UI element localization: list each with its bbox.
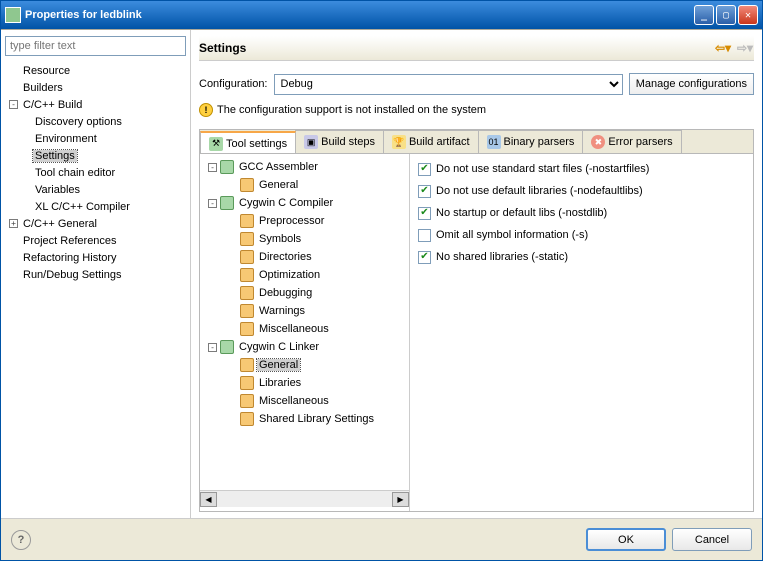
- tree-gcc-assembler[interactable]: -GCC Assembler: [200, 158, 409, 176]
- nav-item-settings[interactable]: Settings: [5, 147, 186, 164]
- options-pane: ✔Do not use standard start files (-nosta…: [410, 154, 753, 511]
- scroll-left-button[interactable]: ◀: [200, 492, 217, 507]
- warning-icon: !: [199, 103, 213, 117]
- minimize-button[interactable]: _: [694, 5, 714, 25]
- nav-item-variables[interactable]: Variables: [5, 181, 186, 198]
- navigation-panel: Resource Builders -C/C++ Build Discovery…: [1, 30, 191, 518]
- nav-item-xlcompiler[interactable]: XL C/C++ Compiler: [5, 198, 186, 215]
- category-icon: [240, 214, 254, 228]
- window-title: Properties for ledblink: [25, 9, 694, 21]
- tree-cygc-preprocessor[interactable]: Preprocessor: [200, 212, 409, 230]
- tree-hscrollbar[interactable]: ◀ ▶: [200, 490, 409, 507]
- build-steps-icon: ▣: [304, 135, 318, 149]
- checkbox-static[interactable]: ✔No shared libraries (-static): [418, 248, 745, 266]
- category-icon: [240, 412, 254, 426]
- tree-cygl-shared[interactable]: Shared Library Settings: [200, 410, 409, 428]
- nav-item-ccgeneral[interactable]: +C/C++ General: [5, 215, 186, 232]
- tab-content: -GCC Assembler General -Cygwin C Compile…: [200, 154, 753, 511]
- tool-tree[interactable]: -GCC Assembler General -Cygwin C Compile…: [200, 158, 409, 490]
- nav-item-toolchain[interactable]: Tool chain editor: [5, 164, 186, 181]
- forward-button[interactable]: ⇨▾: [736, 40, 754, 56]
- category-icon: [240, 250, 254, 264]
- tree-cygc-debugging[interactable]: Debugging: [200, 284, 409, 302]
- binary-parsers-icon: 01: [487, 135, 501, 149]
- warning-row: ! The configuration support is not insta…: [199, 103, 754, 117]
- build-artifact-icon: 🏆: [392, 135, 406, 149]
- tab-tool-settings[interactable]: ⚒Tool settings: [200, 131, 296, 154]
- filter-input[interactable]: [5, 36, 186, 56]
- tree-cygl-libraries[interactable]: Libraries: [200, 374, 409, 392]
- configuration-label: Configuration:: [199, 78, 268, 90]
- tool-icon: [220, 160, 234, 174]
- nav-item-ccbuild[interactable]: -C/C++ Build: [5, 96, 186, 113]
- category-icon: [240, 358, 254, 372]
- nav-item-builders[interactable]: Builders: [5, 79, 186, 96]
- tree-cygwin-c-compiler[interactable]: -Cygwin C Compiler: [200, 194, 409, 212]
- nav-item-resource[interactable]: Resource: [5, 62, 186, 79]
- tool-settings-icon: ⚒: [209, 137, 223, 151]
- scroll-right-button[interactable]: ▶: [392, 492, 409, 507]
- nav-tree[interactable]: Resource Builders -C/C++ Build Discovery…: [5, 62, 186, 512]
- properties-dialog: Properties for ledblink _ ▢ ✕ Resource B…: [0, 0, 763, 561]
- app-icon: [5, 7, 21, 23]
- tree-cygc-symbols[interactable]: Symbols: [200, 230, 409, 248]
- configuration-row: Configuration: Debug Manage configuratio…: [199, 73, 754, 95]
- nav-item-refactor[interactable]: Refactoring History: [5, 249, 186, 266]
- tree-cygl-miscellaneous[interactable]: Miscellaneous: [200, 392, 409, 410]
- tabbar: ⚒Tool settings ▣Build steps 🏆Build artif…: [200, 130, 753, 154]
- tree-cygc-warnings[interactable]: Warnings: [200, 302, 409, 320]
- tree-cygc-optimization[interactable]: Optimization: [200, 266, 409, 284]
- category-icon: [240, 376, 254, 390]
- category-icon: [240, 394, 254, 408]
- titlebar[interactable]: Properties for ledblink _ ▢ ✕: [1, 1, 762, 29]
- settings-panel: Settings ⇦▾ ⇨▾ Configuration: Debug Mana…: [191, 30, 762, 518]
- client-area: Resource Builders -C/C++ Build Discovery…: [1, 29, 762, 518]
- configuration-select[interactable]: Debug: [274, 74, 623, 95]
- nav-item-rundebug[interactable]: Run/Debug Settings: [5, 266, 186, 283]
- tool-tree-pane: -GCC Assembler General -Cygwin C Compile…: [200, 154, 410, 511]
- category-icon: [240, 286, 254, 300]
- close-button[interactable]: ✕: [738, 5, 758, 25]
- tree-cygc-directories[interactable]: Directories: [200, 248, 409, 266]
- category-icon: [240, 322, 254, 336]
- category-icon: [240, 304, 254, 318]
- category-icon: [240, 178, 254, 192]
- tool-icon: [220, 340, 234, 354]
- cancel-button[interactable]: Cancel: [672, 528, 752, 551]
- error-parsers-icon: ✖: [591, 135, 605, 149]
- tool-icon: [220, 196, 234, 210]
- settings-tabs: ⚒Tool settings ▣Build steps 🏆Build artif…: [199, 129, 754, 512]
- maximize-button[interactable]: ▢: [716, 5, 736, 25]
- category-icon: [240, 268, 254, 282]
- tab-binary-parsers[interactable]: 01Binary parsers: [478, 130, 584, 153]
- category-icon: [240, 232, 254, 246]
- ok-button[interactable]: OK: [586, 528, 666, 551]
- checkbox-nodefaultlibs[interactable]: ✔Do not use default libraries (-nodefaul…: [418, 182, 745, 200]
- tree-cygwin-c-linker[interactable]: -Cygwin C Linker: [200, 338, 409, 356]
- page-header: Settings ⇦▾ ⇨▾: [199, 36, 754, 61]
- tree-cygc-miscellaneous[interactable]: Miscellaneous: [200, 320, 409, 338]
- tab-build-artifact[interactable]: 🏆Build artifact: [383, 130, 479, 153]
- manage-configurations-button[interactable]: Manage configurations: [629, 73, 754, 95]
- tree-cygl-general[interactable]: General: [200, 356, 409, 374]
- tab-build-steps[interactable]: ▣Build steps: [295, 130, 384, 153]
- warning-text: The configuration support is not install…: [217, 104, 486, 116]
- back-button[interactable]: ⇦▾: [714, 40, 732, 56]
- footer: ? OK Cancel: [1, 518, 762, 560]
- nav-item-projrefs[interactable]: Project References: [5, 232, 186, 249]
- page-title: Settings: [199, 41, 246, 55]
- checkbox-nostartfiles[interactable]: ✔Do not use standard start files (-nosta…: [418, 160, 745, 178]
- checkbox-stripall[interactable]: ✔Omit all symbol information (-s): [418, 226, 745, 244]
- tree-gcc-assembler-general[interactable]: General: [200, 176, 409, 194]
- nav-item-discovery[interactable]: Discovery options: [5, 113, 186, 130]
- checkbox-nostdlib[interactable]: ✔No startup or default libs (-nostdlib): [418, 204, 745, 222]
- tab-error-parsers[interactable]: ✖Error parsers: [582, 130, 681, 153]
- nav-item-environment[interactable]: Environment: [5, 130, 186, 147]
- help-button[interactable]: ?: [11, 530, 31, 550]
